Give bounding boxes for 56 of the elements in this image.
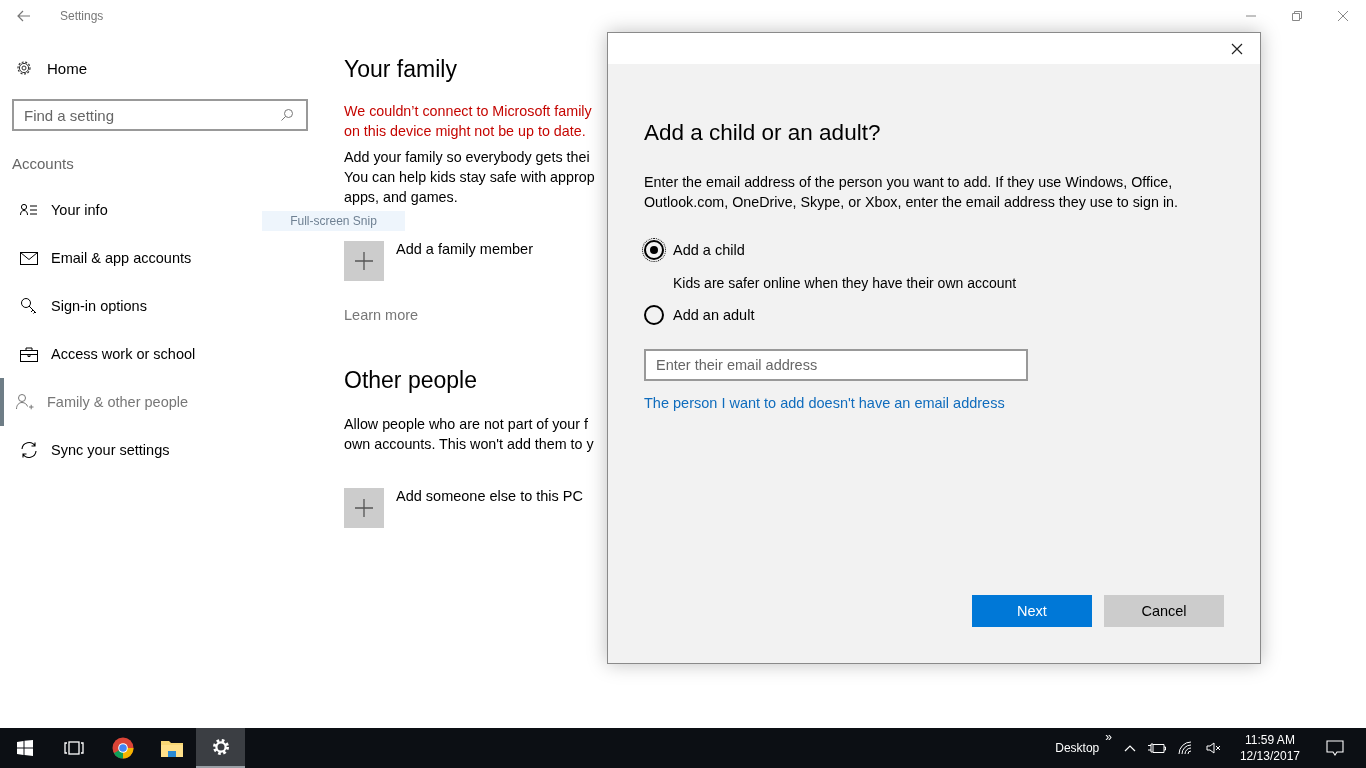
plus-icon bbox=[355, 499, 373, 517]
radio-option[interactable]: Add an adult bbox=[644, 305, 1224, 325]
radio-button[interactable] bbox=[644, 305, 664, 325]
section-heading: Your family bbox=[344, 56, 458, 83]
search-field[interactable]: Find a setting bbox=[12, 99, 308, 131]
section-heading: Accounts bbox=[12, 155, 75, 172]
envelope-icon bbox=[20, 251, 38, 265]
home-link[interactable]: Home bbox=[15, 55, 320, 81]
toolbar-expand-button[interactable]: » bbox=[1105, 730, 1112, 744]
person-add-icon bbox=[16, 393, 34, 411]
sidebar-item[interactable]: Sign-in options bbox=[0, 282, 320, 330]
email-field[interactable]: Enter their email address bbox=[644, 349, 1028, 381]
tooltip: Full-screen Snip bbox=[262, 211, 405, 231]
taskbar-button[interactable] bbox=[196, 728, 245, 768]
briefcase-icon bbox=[20, 346, 38, 362]
next-button[interactable]: Next bbox=[972, 595, 1092, 627]
wifi-icon[interactable] bbox=[1177, 741, 1194, 755]
dialog-title: Add a child or an adult? bbox=[644, 120, 882, 146]
sidebar-item[interactable]: Email & app accounts bbox=[0, 234, 320, 282]
back-arrow-icon[interactable] bbox=[17, 10, 31, 22]
sync-icon bbox=[20, 441, 38, 459]
chevron-up-icon[interactable] bbox=[1123, 744, 1136, 752]
gear-icon bbox=[15, 59, 33, 77]
notifications-icon[interactable] bbox=[1326, 740, 1344, 756]
folder-icon bbox=[160, 739, 183, 757]
description-text: Add your family so everybody gets thei You can help kids stay safe with approp apps, and games. bbox=[344, 148, 595, 207]
clock[interactable]: 11:59 AM 12/13/2017 bbox=[1239, 732, 1300, 764]
windows-logo-icon bbox=[16, 740, 33, 756]
description-text: Allow people who are not part of your f own accounts. This won't add them to y bbox=[344, 415, 595, 454]
key-icon bbox=[20, 297, 38, 315]
add-family-member-button[interactable]: Add a family member bbox=[344, 241, 595, 281]
close-icon[interactable] bbox=[1231, 42, 1243, 55]
sidebar-item[interactable]: Family & other people bbox=[0, 378, 320, 426]
battery-icon[interactable] bbox=[1147, 742, 1166, 754]
sidebar-item[interactable]: Sync your settings bbox=[0, 426, 320, 474]
no-email-link[interactable]: The person I want to add doesn't have an email address bbox=[644, 395, 1224, 411]
error-message: We couldn’t connect to Microsoft family on this device might not be up to date. bbox=[344, 102, 593, 141]
sidebar-item[interactable]: Access work or school bbox=[0, 330, 320, 378]
search-icon bbox=[280, 108, 294, 122]
learn-more-link[interactable]: Learn more bbox=[344, 307, 595, 323]
plus-icon bbox=[355, 252, 373, 270]
desktop-toolbar-label[interactable]: Desktop bbox=[1055, 741, 1100, 755]
person-list-icon bbox=[20, 203, 38, 217]
option-note: Kids are safer online when they have their own account bbox=[673, 275, 1018, 291]
window-title: Settings bbox=[60, 9, 104, 23]
dialog-description: Enter the email address of the person you want to add. If they use Windows, Office, Outlook.com, OneDrive, Skype, or Xbox, enter the email address they use to sign in. bbox=[644, 173, 1179, 212]
radio-option[interactable]: Add a child bbox=[644, 240, 1224, 260]
restore-icon[interactable] bbox=[1291, 10, 1303, 22]
gear-icon bbox=[211, 738, 230, 756]
section-heading: Other people bbox=[344, 367, 478, 394]
cancel-button[interactable]: Cancel bbox=[1104, 595, 1224, 627]
radio-button[interactable] bbox=[644, 240, 664, 260]
task-view-icon bbox=[63, 741, 84, 755]
browser-icon bbox=[111, 737, 134, 759]
speaker-muted-icon[interactable] bbox=[1205, 742, 1222, 754]
add-person-button[interactable]: Add someone else to this PC bbox=[344, 488, 595, 528]
